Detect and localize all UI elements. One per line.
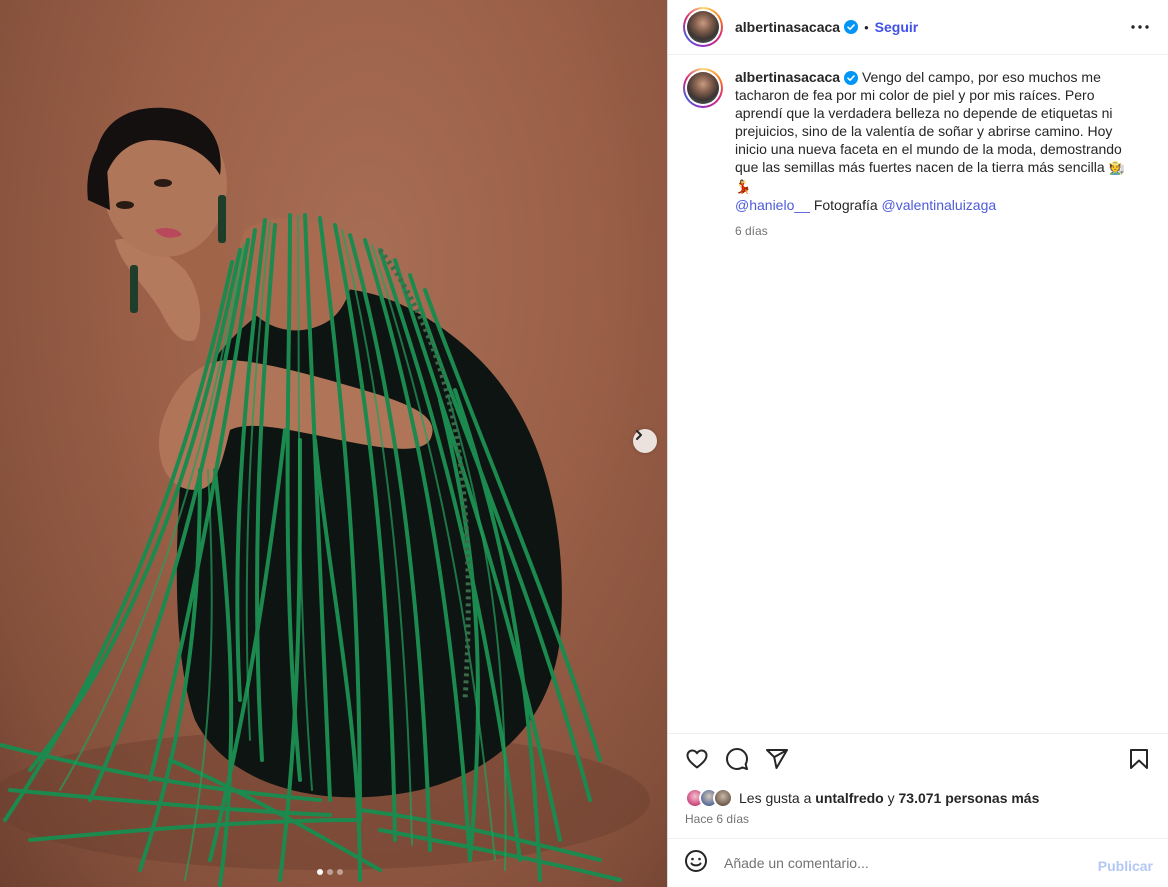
likes-count[interactable]: 73.071 personas más: [899, 790, 1040, 806]
post-time[interactable]: Hace 6 días: [685, 812, 749, 826]
liker-username[interactable]: untalfredo: [815, 790, 883, 806]
share-icon: [766, 749, 788, 769]
credit-label: Fotografía: [813, 197, 878, 213]
carousel-dot: [327, 869, 333, 875]
farmer-emoji-icon: 🧑‍🌾: [1108, 160, 1125, 175]
carousel-dot-active: [317, 869, 323, 875]
comment-input[interactable]: [724, 855, 1084, 871]
post-photo: [0, 107, 650, 887]
verified-badge-icon: [844, 71, 859, 86]
more-options-button[interactable]: [1129, 16, 1151, 38]
liker-avatars[interactable]: [685, 788, 733, 808]
dancer-emoji-icon: 💃: [735, 179, 752, 194]
likes-conjunction: y: [887, 790, 895, 806]
author-username[interactable]: albertinasacaca: [735, 19, 840, 35]
liker-avatar: [713, 788, 733, 808]
separator-dot: •: [864, 19, 869, 35]
carousel-indicator: [317, 869, 343, 875]
more-options-icon: [1131, 25, 1149, 29]
post-media[interactable]: [0, 0, 667, 887]
author-avatar[interactable]: [683, 7, 723, 47]
caption-body: albertinasacaca Vengo del campo, por eso…: [735, 68, 1135, 240]
carousel-dot: [337, 869, 343, 875]
save-button[interactable]: [1126, 746, 1152, 772]
bookmark-icon: [1130, 749, 1148, 769]
caption-time[interactable]: 6 días: [735, 222, 1135, 240]
comment-button[interactable]: [724, 746, 750, 772]
carousel-next-button[interactable]: [633, 429, 657, 453]
likes-summary: Les gusta a untalfredo y 73.071 personas…: [685, 788, 1039, 808]
like-button[interactable]: [684, 746, 710, 772]
smiley-icon: [685, 849, 707, 872]
emoji-picker-button[interactable]: [684, 849, 708, 878]
mention-link[interactable]: @valentinaluizaga: [882, 197, 997, 213]
follow-button[interactable]: Seguir: [875, 19, 919, 35]
comment-icon: [726, 748, 748, 770]
likes-text: Les gusta a untalfredo y 73.071 personas…: [739, 790, 1039, 806]
caption: albertinasacaca Vengo del campo, por eso…: [683, 68, 1159, 240]
publish-button[interactable]: Publicar: [1098, 858, 1153, 874]
likes-prefix: Les gusta a: [739, 790, 812, 806]
share-button[interactable]: [764, 746, 790, 772]
post-side-panel: albertinasacaca • Seguir albertinasacaca…: [667, 0, 1168, 887]
caption-avatar[interactable]: [683, 68, 723, 108]
mention-link[interactable]: @hanielo__: [735, 197, 810, 213]
action-bar: [684, 746, 1154, 774]
chevron-right-icon: [636, 430, 642, 440]
heart-icon: [686, 749, 708, 769]
post-header: albertinasacaca • Seguir: [668, 0, 1168, 55]
post-actions: Les gusta a untalfredo y 73.071 personas…: [668, 733, 1168, 826]
verified-badge-icon: [844, 20, 859, 34]
comment-composer: Publicar: [668, 838, 1168, 887]
caption-username[interactable]: albertinasacaca: [735, 69, 840, 85]
